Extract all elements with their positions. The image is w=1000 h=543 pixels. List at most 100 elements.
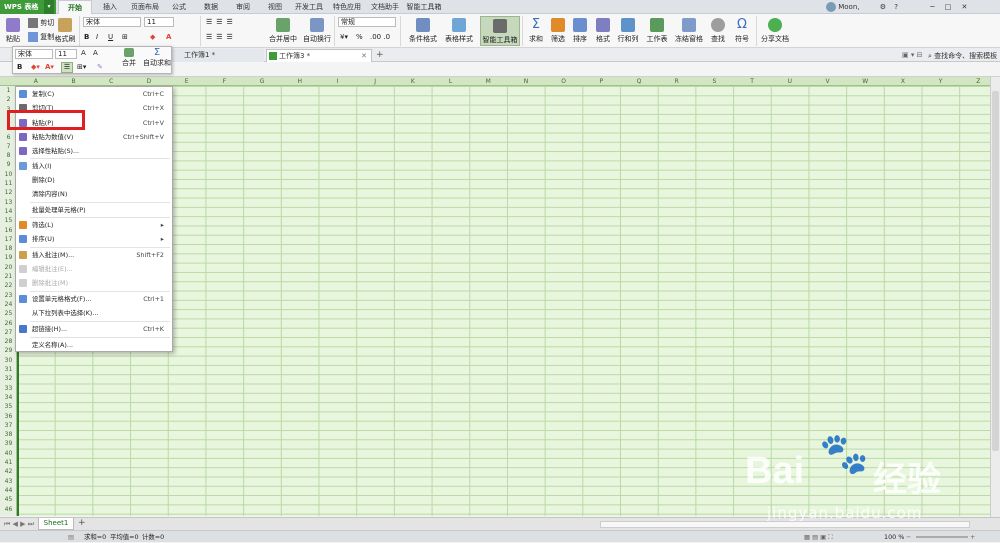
mini-merge-button[interactable]: 合并 [117,48,141,68]
close-button[interactable]: ✕ [962,3,968,11]
scroll-thumb[interactable] [992,91,999,451]
row-header[interactable]: 35 [0,402,17,411]
sheet-tab-sheet1[interactable]: Sheet1 [38,518,74,530]
mini-bold-button[interactable]: B [17,63,22,71]
shrink-font-button[interactable]: A [93,49,98,57]
column-header[interactable]: Y [922,77,960,86]
mini-autosum-button[interactable]: Σ 自动求和 [143,48,171,68]
settings-icon[interactable]: ⚙ [880,3,886,11]
row-header[interactable]: 40 [0,449,17,458]
column-header[interactable]: A [17,77,55,86]
percent-button[interactable]: % [356,33,363,41]
border-icon[interactable]: ⊞ [122,33,128,41]
menu-item-copy[interactable]: 复制(C) Ctrl+C [16,87,172,101]
number-format-select[interactable]: 常规 [338,17,396,27]
menu-item-hyperlink[interactable]: 超链接(H)... Ctrl+K [16,322,172,336]
row-header[interactable]: 36 [0,412,17,421]
tab-formula[interactable]: 公式 [166,0,192,14]
row-header[interactable]: 32 [0,374,17,383]
row-header[interactable]: 31 [0,365,17,374]
app-menu-button[interactable]: WPS 表格 ▾ [0,0,56,14]
format-painter-button[interactable]: 格式刷 [54,18,76,44]
tab-data[interactable]: 数据 [198,0,224,14]
mini-align-icon[interactable]: ☰ [61,62,73,73]
font-select[interactable]: 宋体 [83,17,141,27]
column-header[interactable]: T [733,77,771,86]
column-header[interactable]: I [319,77,357,86]
decimal-icons[interactable]: .00 .0 [370,33,390,41]
mini-eraser-icon[interactable]: ✎ [97,63,103,71]
column-header[interactable]: H [281,77,319,86]
bold-button[interactable]: B [84,33,89,41]
tab-developer[interactable]: 开发工具 [292,0,326,14]
column-header[interactable]: P [583,77,621,86]
tab-doc-assistant[interactable]: 文档助手 [368,0,402,14]
zoom-slider[interactable] [916,536,968,538]
sum-button[interactable]: Σ 求和 [526,18,546,44]
column-header[interactable]: E [168,77,206,86]
row-header[interactable]: 43 [0,477,17,486]
tab-insert[interactable]: 插入 [96,0,124,14]
row-header[interactable]: 46 [0,505,17,514]
column-header[interactable]: M [469,77,507,86]
menu-item-paste-special[interactable]: 选择性粘贴(S)... [16,144,172,158]
row-header[interactable]: 33 [0,384,17,393]
tab-smart-toolbox[interactable]: 智能工具箱 [404,0,444,14]
column-header[interactable]: C [92,77,130,86]
sheet-nav-icons[interactable]: ⏮ ◀ ▶ ⏭ [4,520,34,529]
menu-item-format-cells[interactable]: 设置单元格格式(F)... Ctrl+1 [16,292,172,306]
tab-page-layout[interactable]: 页面布局 [126,0,164,14]
mini-font-select[interactable]: 宋体 [15,49,53,59]
column-header[interactable]: V [809,77,847,86]
row-header[interactable]: 30 [0,356,17,365]
doc-tab-workbook3[interactable]: 工作簿3 * ✕ [266,49,372,62]
column-header[interactable]: F [206,77,244,86]
help-icon[interactable]: ? [894,3,898,11]
column-header[interactable]: L [432,77,470,86]
view-mode-icons[interactable]: ▦ ▤ ▣ ⛶ [804,531,833,543]
smart-toolbox-button[interactable]: 智能工具箱 [480,16,520,46]
row-header[interactable]: 44 [0,486,17,495]
tab-review[interactable]: 审阅 [230,0,256,14]
table-style-button[interactable]: 表格样式 [442,18,476,44]
row-header[interactable]: 37 [0,421,17,430]
menu-item-define-name[interactable]: 定义名称(A)... [16,338,172,352]
column-header[interactable]: U [771,77,809,86]
column-header[interactable]: S [696,77,734,86]
align-left-icons[interactable]: ☰☰☰ [206,33,237,41]
menu-item-clear-contents[interactable]: 清除内容(N) [16,187,172,201]
toolbar-icons[interactable]: ▣ ▾ ⊟ [902,51,922,59]
filter-button[interactable]: 筛选 [548,18,568,44]
freeze-panes-button[interactable]: 冻结窗格 [674,18,704,44]
zoom-out-icon[interactable]: − [906,531,911,543]
zoom-in-icon[interactable]: + [970,531,975,543]
merge-center-button[interactable]: 合并居中 [266,18,300,44]
column-header[interactable]: B [55,77,93,86]
cut-button[interactable]: 剪切 [28,18,54,28]
underline-button[interactable]: U [108,33,113,41]
tab-view[interactable]: 视图 [262,0,288,14]
vertical-scrollbar[interactable] [990,77,1000,517]
row-header[interactable]: 41 [0,458,17,467]
row-header[interactable]: 34 [0,393,17,402]
menu-item-sort[interactable]: 排序(U) ▸ [16,232,172,246]
column-header[interactable]: G [243,77,281,86]
menu-item-paste-values[interactable]: 粘贴为数值(V) Ctrl+Shift+V [16,130,172,144]
mini-fill-icon[interactable]: ◆▾ [31,63,40,71]
avatar[interactable] [826,2,836,12]
grow-font-button[interactable]: A [81,49,86,57]
menu-item-edit-comment[interactable]: 编辑批注(E)... [16,262,172,276]
menu-item-filter[interactable]: 筛选(L) ▸ [16,218,172,232]
doc-tab-workbook1[interactable]: 工作簿1 * [172,49,264,62]
font-color-icon[interactable]: A [166,33,171,41]
menu-item-insert[interactable]: 插入(I) [16,159,172,173]
row-header[interactable]: 42 [0,467,17,476]
mini-border-icon[interactable]: ⊞▾ [77,63,86,71]
column-header[interactable]: R [658,77,696,86]
italic-button[interactable]: I [96,33,98,41]
share-doc-button[interactable]: 分享文档 [760,18,790,44]
column-header[interactable]: D [130,77,168,86]
column-header[interactable]: J [356,77,394,86]
column-header[interactable]: O [545,77,583,86]
menu-item-pick-from-list[interactable]: 从下拉列表中选择(K)... [16,306,172,320]
